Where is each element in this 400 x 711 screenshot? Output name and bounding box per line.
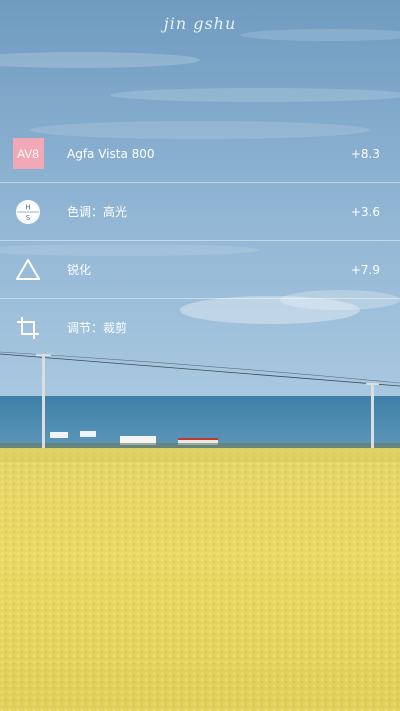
svg-text:S: S (26, 214, 31, 222)
adjustment-panel: AV8 Agfa Vista 800 +8.3 H S 色调：高光 +3.6 锐… (0, 125, 400, 356)
adjustment-row-preset[interactable]: AV8 Agfa Vista 800 +8.3 (0, 125, 400, 183)
crop-icon (12, 312, 44, 344)
av8-badge-text: AV8 (12, 138, 44, 169)
adjustment-value: +7.9 (350, 262, 380, 277)
adjustment-label: 调节：裁剪 (67, 321, 128, 335)
adjustment-row-sharpen[interactable]: 锐化 +7.9 (0, 241, 400, 299)
av8-badge: AV8 (12, 138, 44, 170)
triangle-icon (12, 254, 44, 286)
adjustment-label: Agfa Vista 800 (67, 146, 155, 161)
adjustment-label: 色调：高光 (67, 205, 128, 219)
hs-circle-icon: H S (12, 196, 44, 228)
svg-text:H: H (25, 203, 30, 211)
watermark-signature: jin gshu (163, 14, 237, 33)
adjustment-row-tone[interactable]: H S 色调：高光 +3.6 (0, 183, 400, 241)
adjustment-label: 锐化 (67, 263, 92, 277)
adjustment-value: +3.6 (350, 204, 380, 219)
adjustment-value: +8.3 (350, 146, 380, 161)
adjustment-row-crop[interactable]: 调节：裁剪 (0, 299, 400, 356)
